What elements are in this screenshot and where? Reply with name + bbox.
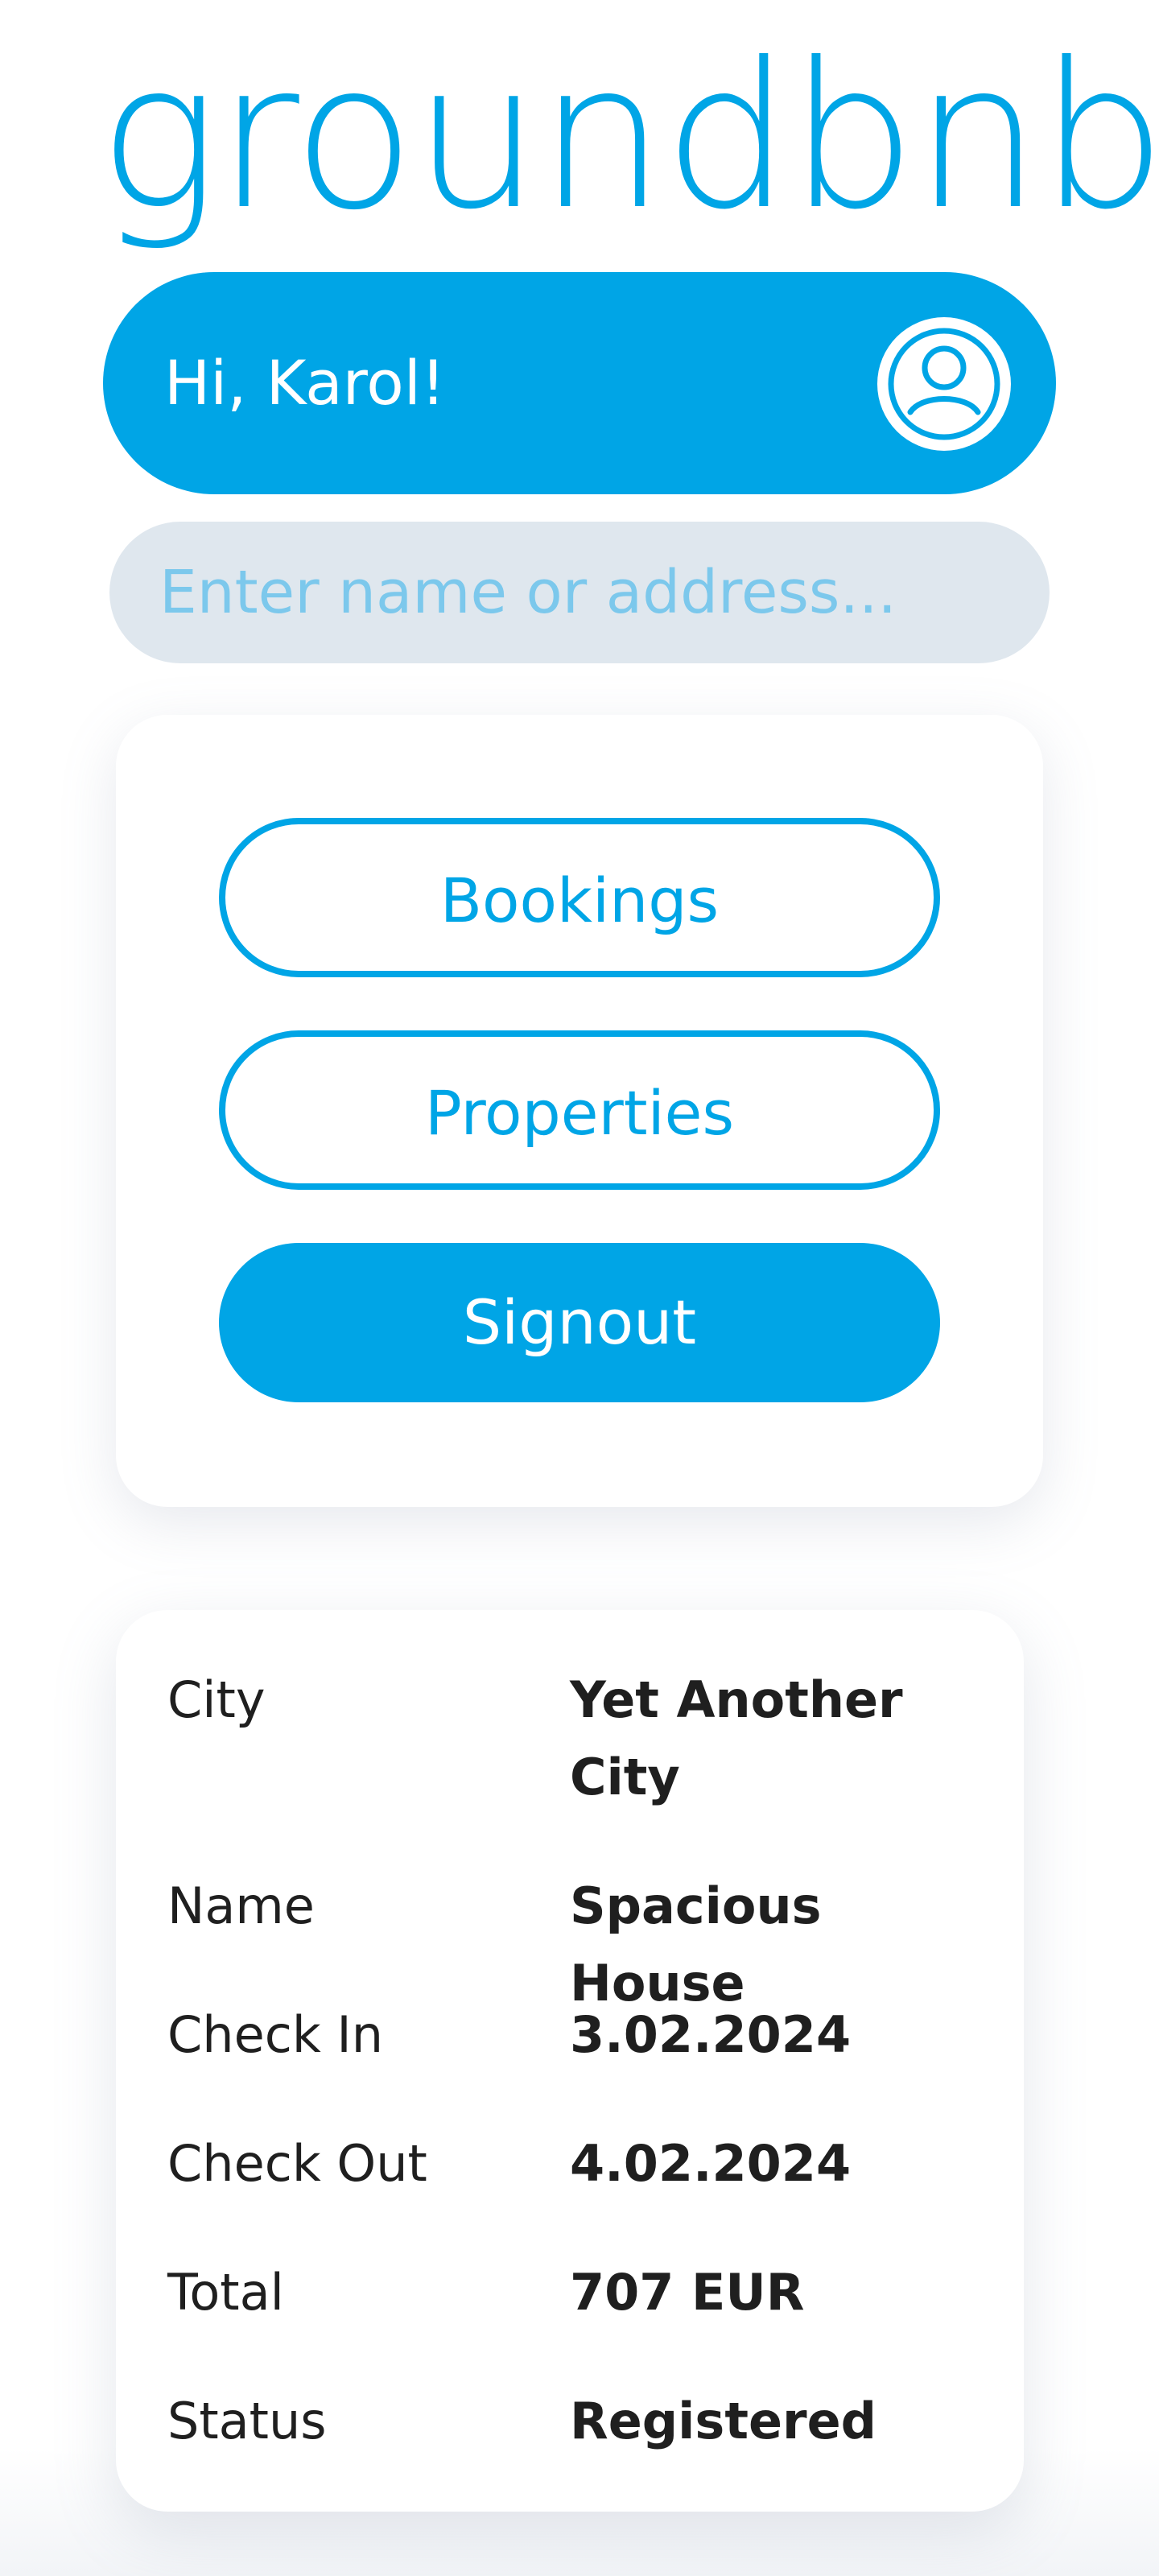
check-in-value: 3.02.2024 bbox=[570, 2005, 852, 2064]
user-icon bbox=[888, 328, 1000, 440]
total-value: 707 EUR bbox=[570, 2263, 805, 2322]
status-value: Registered bbox=[570, 2392, 877, 2450]
app-logo[interactable]: groundbnb bbox=[98, 32, 1159, 242]
check-out-label: Check Out bbox=[167, 2134, 427, 2193]
city-value: Yet Another City bbox=[570, 1670, 903, 1806]
total-label: Total bbox=[167, 2263, 284, 2322]
status-label: Status bbox=[167, 2392, 327, 2450]
navigation-menu-card: Bookings Properties Signout bbox=[116, 715, 1043, 1507]
check-out-value: 4.02.2024 bbox=[570, 2134, 852, 2193]
properties-button[interactable]: Properties bbox=[219, 1030, 940, 1190]
greeting-text: Hi, Karol! bbox=[164, 347, 446, 419]
bookings-button[interactable]: Bookings bbox=[219, 818, 940, 977]
user-avatar-button[interactable] bbox=[877, 317, 1011, 451]
city-label: City bbox=[167, 1670, 266, 1729]
check-in-label: Check In bbox=[167, 2005, 384, 2064]
search-input[interactable] bbox=[109, 522, 1050, 663]
name-label: Name bbox=[167, 1876, 315, 1935]
user-greeting-bar: Hi, Karol! bbox=[103, 272, 1056, 494]
signout-button[interactable]: Signout bbox=[219, 1243, 940, 1402]
booking-details-card: City Yet Another City Name Spacious Hous… bbox=[116, 1610, 1024, 2512]
